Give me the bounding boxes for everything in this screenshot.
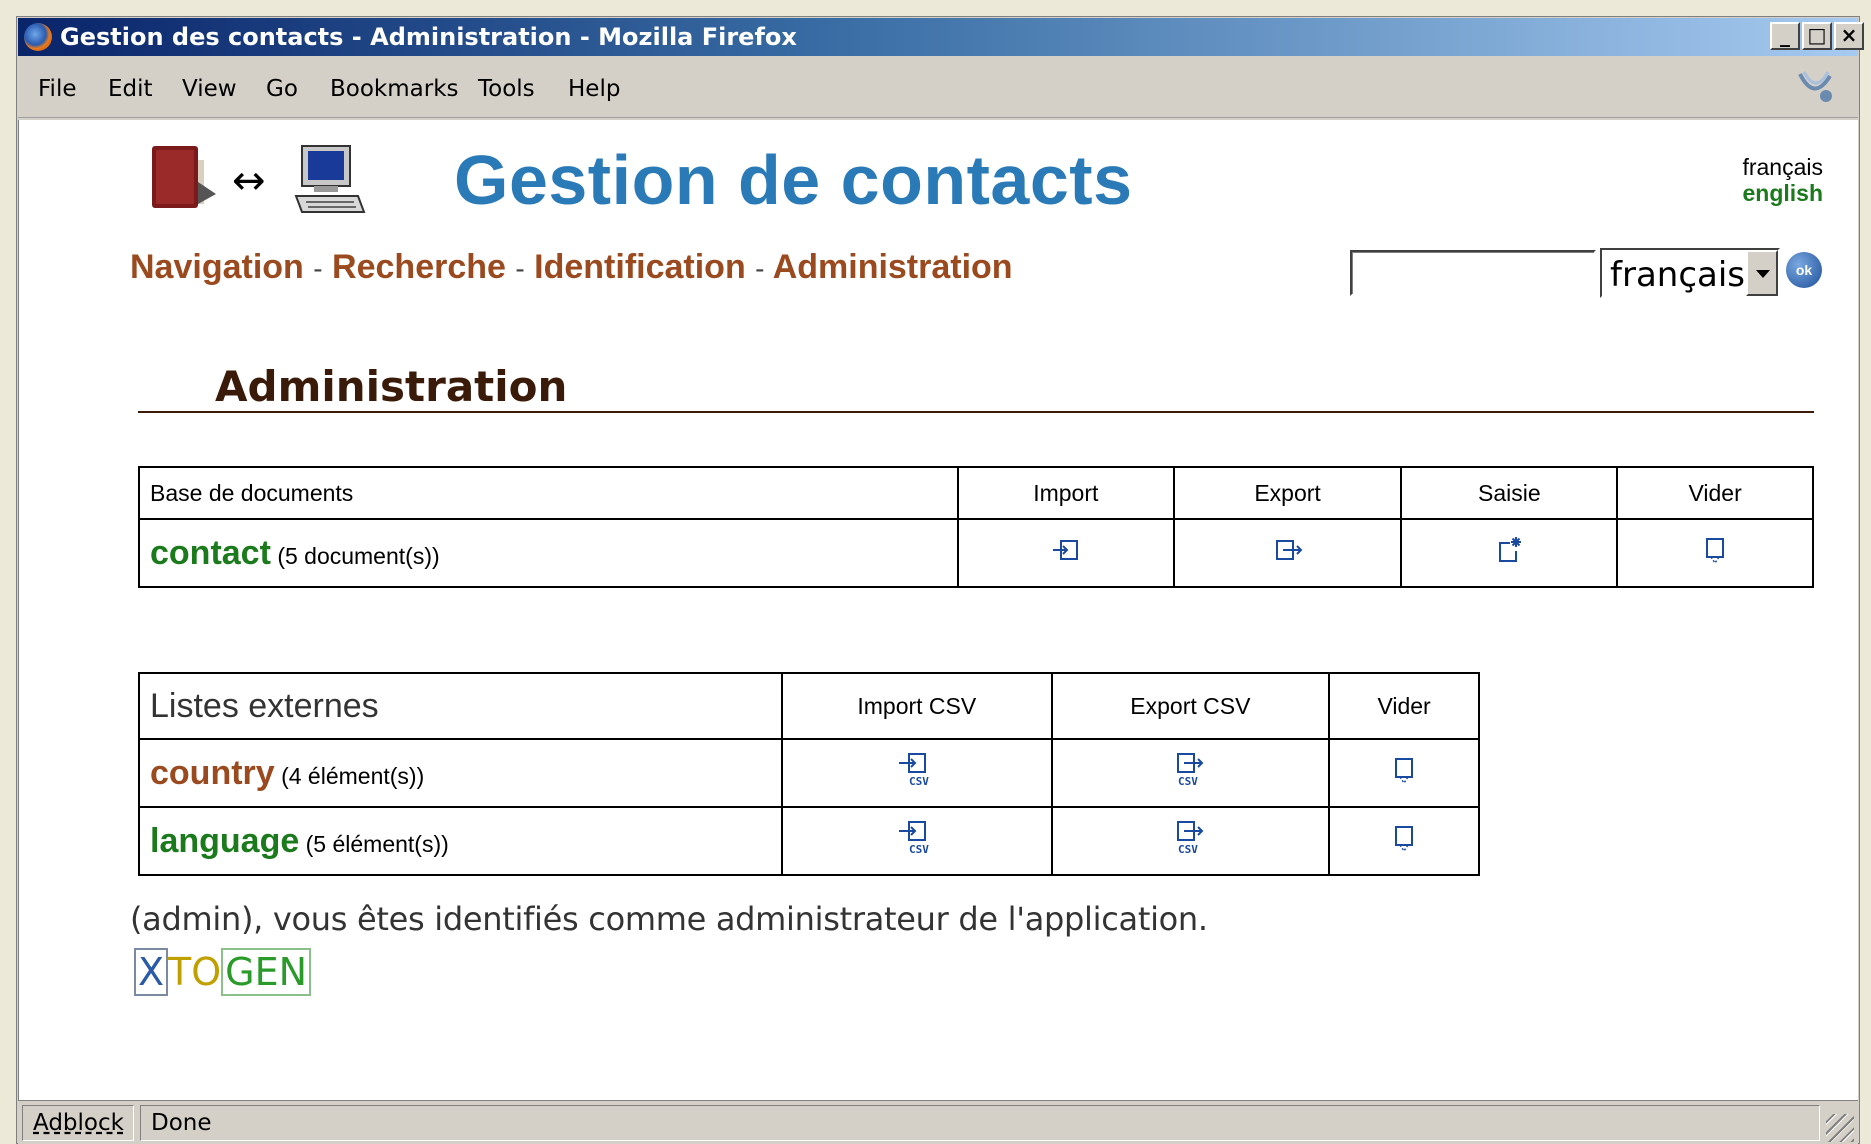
table-header-row: Base de documents Import Export Saisie V… [138,466,1814,520]
menu-file[interactable]: File [38,76,77,102]
nav-identification[interactable]: Identification [534,248,746,286]
saisie-cell [1400,518,1619,588]
export-csv-cell: CSV [1050,806,1331,876]
xtogen-logo-to: TO [168,950,222,994]
export-csv-icon[interactable]: CSV [1170,752,1210,788]
nav-administration[interactable]: Administration [773,248,1013,286]
site-title: Gestion de contacts [454,141,1133,219]
table-header-row: Listes externes Import CSV Export CSV Vi… [137,672,1480,740]
language-link-english[interactable]: english [1742,180,1823,206]
search-input[interactable] [1350,250,1596,296]
admin-status-message: (admin), vous êtes identifiés comme admi… [130,900,1208,938]
list-link-country[interactable]: country [150,754,275,792]
language-select[interactable]: français [1600,248,1780,298]
sync-arrow-icon: ↔ [232,158,266,204]
close-button[interactable]: × [1834,22,1864,50]
browser-window: Gestion des contacts - Administration - … [0,0,1871,1144]
list-count: (4 élément(s)) [281,762,425,789]
language-link-french[interactable]: français [1742,154,1823,180]
header-listes-externes: Listes externes [137,672,784,740]
status-text: Done [140,1105,1820,1141]
vider-cell [1616,518,1814,588]
external-lists-table: Listes externes Import CSV Export CSV Vi… [137,672,1480,876]
svg-text:CSV: CSV [909,775,929,788]
adblock-button[interactable]: Adblock [22,1105,134,1141]
nav-separator: - [313,253,323,284]
list-link-language[interactable]: language [150,822,299,860]
language-select-value: français [1610,255,1746,295]
status-bar: Adblock Done [18,1100,1858,1144]
xtogen-logo-x: X [134,948,169,996]
maximize-button[interactable]: □ [1802,22,1832,50]
address-book-icon [152,146,216,208]
title-bar: Gestion des contacts - Administration - … [18,18,1864,56]
nav-separator: - [755,253,765,284]
xtogen-logo[interactable]: X TO GEN [134,948,312,996]
export-csv-cell: CSV [1050,738,1331,808]
minimize-button[interactable]: _ [1770,22,1800,50]
nav-separator: - [515,253,525,284]
ok-button[interactable]: ok [1786,252,1822,288]
header-export-csv: Export CSV [1050,672,1331,740]
documents-table: Base de documents Import Export Saisie V… [138,466,1814,588]
import-csv-cell: CSV [781,738,1053,808]
header-import-csv: Import CSV [781,672,1053,740]
list-cell: country (4 élément(s)) [137,738,784,808]
menu-bookmarks[interactable]: Bookmarks [330,76,459,102]
document-count: (5 document(s)) [277,542,440,569]
document-link-contact[interactable]: contact [150,534,271,572]
svg-text:CSV: CSV [1178,775,1198,788]
window-title: Gestion des contacts - Administration - … [60,23,797,51]
header-vider: Vider [1616,466,1814,520]
throbber-icon [1798,71,1832,102]
vider-cell [1328,806,1480,876]
adblock-label: Adblock [33,1110,124,1136]
firefox-icon[interactable] [24,23,52,51]
menu-bar: File Edit View Go Bookmarks Tools Help [18,58,1858,118]
table-row: country (4 élément(s)) CSV CSV [137,738,1480,808]
menu-go[interactable]: Go [266,76,298,102]
menu-tools[interactable]: Tools [478,76,535,102]
header-import: Import [956,466,1175,520]
header-base-documents: Base de documents [138,466,959,520]
export-cell [1172,518,1403,588]
xtogen-logo-gen: GEN [221,948,312,996]
dropdown-arrow-icon[interactable] [1746,250,1778,296]
menu-view[interactable]: View [182,76,237,102]
language-links: français english [1742,154,1823,206]
main-navigation: Navigation - Recherche - Identification … [130,248,1013,287]
menu-help[interactable]: Help [568,76,620,102]
empty-icon[interactable] [1703,535,1727,565]
export-icon[interactable] [1273,538,1303,562]
empty-icon[interactable] [1392,755,1416,785]
header-saisie: Saisie [1400,466,1619,520]
import-cell [956,518,1175,588]
document-cell: contact (5 document(s)) [138,518,959,588]
computer-icon [294,145,366,213]
table-row: language (5 élément(s)) CSV CSV [137,806,1480,876]
import-csv-cell: CSV [781,806,1053,876]
list-count: (5 élément(s)) [305,830,449,857]
svg-text:CSV: CSV [1178,843,1198,856]
import-icon[interactable] [1051,538,1081,562]
empty-icon[interactable] [1392,823,1416,853]
page-title: Administration [215,362,568,411]
nav-recherche[interactable]: Recherche [332,248,506,286]
header-export: Export [1172,466,1403,520]
resize-grip-icon[interactable] [1826,1114,1854,1142]
nav-navigation[interactable]: Navigation [130,248,304,286]
table-row: contact (5 document(s)) [138,518,1814,588]
header-vider: Vider [1328,672,1480,740]
export-csv-icon[interactable]: CSV [1170,820,1210,856]
title-divider [138,411,1814,413]
vider-cell [1328,738,1480,808]
menu-edit[interactable]: Edit [108,76,153,102]
import-csv-icon[interactable]: CSV [897,752,937,788]
new-entry-icon[interactable] [1494,535,1524,565]
svg-text:CSV: CSV [909,843,929,856]
list-cell: language (5 élément(s)) [137,806,784,876]
import-csv-icon[interactable]: CSV [897,820,937,856]
